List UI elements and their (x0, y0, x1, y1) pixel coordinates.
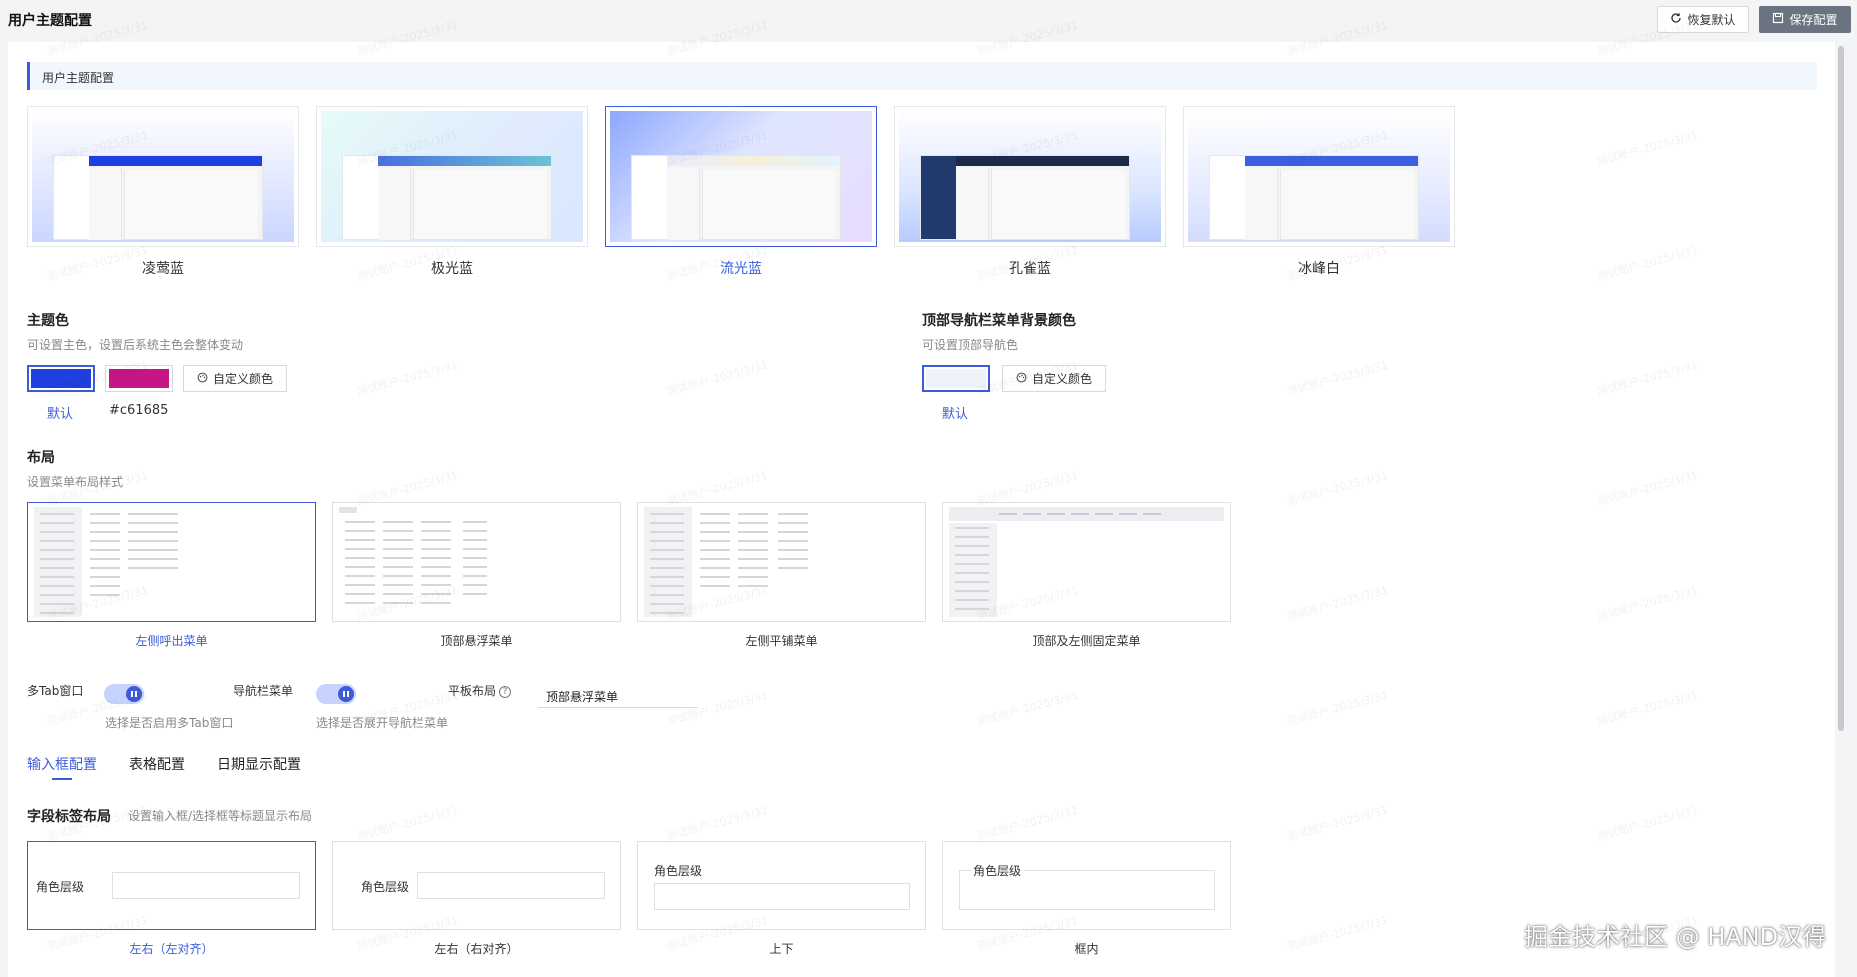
field-caption-right-align: 左右（右对齐） (434, 942, 519, 956)
save-icon (1772, 12, 1784, 27)
palette-icon (197, 372, 208, 386)
primary-color-title: 主题色 (27, 313, 69, 329)
chevron-down-icon: ⌄ (546, 687, 556, 700)
theme-card-3[interactable] (605, 106, 877, 247)
layout-card-1[interactable] (27, 502, 316, 622)
custom-color-button[interactable]: 自定义颜色 (183, 365, 287, 392)
field-layout-card-right-align[interactable]: 角色层级 (332, 841, 621, 930)
color-swatch-custom[interactable] (105, 365, 173, 392)
layout-label-1: 左侧呼出菜单 (135, 634, 208, 648)
field-layout-card-left-align[interactable]: 角色层级 (27, 841, 316, 930)
tablet-layout-label: 平板布局? (448, 682, 512, 699)
page-header: 用户主题配置 恢复默认 保存配置 (0, 0, 1857, 40)
reset-default-label: 恢复默认 (1687, 13, 1736, 27)
multitab-desc: 选择是否启用多Tab窗口 (105, 716, 234, 730)
theme-label-3: 流光蓝 (720, 261, 762, 277)
nav-color-swatch-default[interactable] (922, 365, 990, 392)
layout-desc: 设置菜单布局样式 (27, 475, 124, 489)
theme-label-5: 冰峰白 (1298, 261, 1340, 277)
primary-color-desc: 可设置主色，设置后系统主色会整体变动 (27, 338, 244, 352)
tab-date-config[interactable]: 日期显示配置 (217, 754, 301, 774)
field-layout-card-inside[interactable]: 角色层级 (942, 841, 1231, 930)
nav-swatch-caption: 默认 (942, 407, 969, 422)
help-icon[interactable]: ? (499, 685, 512, 698)
color-swatch-default[interactable] (27, 365, 95, 392)
field-sample-label: 角色层级 (654, 864, 703, 878)
navmenu-toggle[interactable] (316, 684, 356, 704)
field-caption-inside: 框内 (1074, 942, 1099, 956)
theme-card-2[interactable] (316, 106, 588, 247)
layout-card-4[interactable] (942, 502, 1231, 622)
multitab-toggle[interactable] (104, 684, 144, 704)
theme-card-4[interactable] (894, 106, 1166, 247)
field-sample-label: 角色层级 (361, 880, 410, 894)
swatch-caption-custom: #c61685 (109, 403, 169, 418)
page-title: 用户主题配置 (8, 13, 92, 29)
field-sample-input (417, 872, 605, 899)
nav-custom-color-label: 自定义颜色 (1031, 372, 1092, 386)
field-caption-top-bottom: 上下 (769, 942, 794, 956)
theme-card-1[interactable] (27, 106, 299, 247)
field-sample-input (654, 883, 910, 910)
layout-label-3: 左侧平铺菜单 (745, 634, 818, 648)
tablet-layout-select[interactable]: 顶部悬浮菜单 ⌄ (538, 682, 698, 708)
theme-label-2: 极光蓝 (431, 261, 473, 277)
brand-watermark: 掘金技术社区 @ HAND汉得 (1524, 923, 1827, 951)
field-layout-desc: 设置输入框/选择框等标题显示布局 (128, 809, 313, 823)
nav-bg-color-desc: 可设置顶部导航色 (922, 338, 1019, 352)
theme-label-4: 孔雀蓝 (1009, 261, 1051, 277)
section-header: 用户主题配置 (27, 62, 1817, 90)
navmenu-label: 导航栏菜单 (233, 684, 294, 698)
tab-input-config[interactable]: 输入框配置 (27, 754, 97, 774)
multitab-label: 多Tab窗口 (27, 684, 84, 698)
refresh-icon (1670, 12, 1682, 27)
tab-active-indicator (52, 778, 72, 780)
theme-label-1: 凌莺蓝 (142, 261, 184, 277)
field-layout-card-top-bottom[interactable]: 角色层级 (637, 841, 926, 930)
field-layout-title: 字段标签布局 (27, 809, 111, 825)
layout-card-2[interactable] (332, 502, 621, 622)
nav-bg-color-title: 顶部导航栏菜单背景颜色 (922, 313, 1076, 329)
swatch-caption-default: 默认 (47, 407, 74, 422)
field-sample-input (112, 872, 300, 899)
reset-default-button[interactable]: 恢复默认 (1657, 6, 1749, 33)
section-title: 用户主题配置 (42, 71, 115, 85)
save-config-button[interactable]: 保存配置 (1759, 6, 1851, 33)
field-sample-label: 角色层级 (36, 880, 85, 894)
custom-color-label: 自定义颜色 (212, 372, 273, 386)
field-caption-left-align: 左右（左对齐） (129, 942, 214, 956)
vertical-scrollbar[interactable] (1838, 46, 1844, 731)
navmenu-desc: 选择是否展开导航栏菜单 (316, 716, 449, 730)
save-config-label: 保存配置 (1789, 13, 1838, 27)
layout-card-3[interactable] (637, 502, 926, 622)
layout-label-2: 顶部悬浮菜单 (440, 634, 513, 648)
field-sample-label: 角色层级 (971, 862, 1024, 879)
layout-title: 布局 (27, 450, 55, 466)
nav-custom-color-button[interactable]: 自定义颜色 (1002, 365, 1106, 392)
palette-icon (1016, 372, 1027, 386)
theme-card-5[interactable] (1183, 106, 1455, 247)
layout-label-4: 顶部及左侧固定菜单 (1032, 634, 1141, 648)
tab-table-config[interactable]: 表格配置 (129, 754, 185, 774)
